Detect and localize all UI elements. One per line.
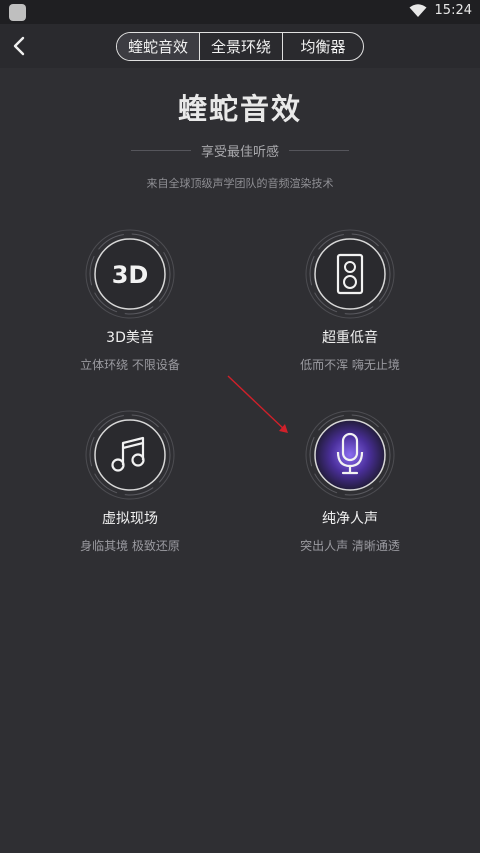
- feature-vocal-badge: [305, 410, 395, 500]
- back-button[interactable]: [6, 32, 34, 60]
- wifi-icon: [409, 3, 427, 17]
- 3d-icon: 3D: [85, 229, 175, 319]
- feature-virtual-live[interactable]: 虚拟现场 身临其境 极致还原: [40, 410, 220, 554]
- page-title: 蝰蛇音效: [177, 92, 302, 126]
- annotation-arrow: [227, 375, 288, 433]
- feature-desc: 身临其境 极致还原: [80, 539, 180, 553]
- tab-viper-sound[interactable]: 蝰蛇音效: [117, 33, 199, 60]
- feature-bass-badge: [305, 229, 395, 319]
- status-time: 15:24: [434, 3, 472, 18]
- feature-desc: 立体环绕 不限设备: [80, 358, 180, 372]
- feature-desc: 突出人声 清晰通透: [300, 539, 400, 553]
- divider-right: [289, 149, 349, 151]
- feature-live-badge: [85, 410, 175, 500]
- tab-equalizer[interactable]: 均衡器: [283, 33, 363, 60]
- tab-surround[interactable]: 全景环绕: [199, 33, 283, 60]
- feature-name: 3D美音: [106, 330, 154, 346]
- feature-name: 超重低音: [322, 330, 378, 346]
- feature-bass[interactable]: 超重低音 低而不浑 嗨无止境: [260, 229, 440, 373]
- page-subtitle: 享受最佳听感: [200, 144, 279, 160]
- app-notification-icon: [9, 4, 26, 21]
- microphone-icon: [305, 410, 395, 500]
- tab-group: 蝰蛇音效 全景环绕 均衡器: [116, 32, 364, 61]
- feature-3d[interactable]: 3D 3D美音 立体环绕 不限设备: [40, 229, 220, 373]
- status-bar: 15:24: [0, 0, 480, 24]
- divider-left: [130, 149, 191, 151]
- music-note-icon: [85, 410, 175, 500]
- feature-name: 虚拟现场: [102, 511, 158, 527]
- feature-3d-badge: 3D: [85, 229, 175, 319]
- speaker-icon: [305, 229, 395, 319]
- feature-desc: 低而不浑 嗨无止境: [300, 358, 400, 372]
- header: 蝰蛇音效 全景环绕 均衡器: [0, 24, 480, 68]
- page-description: 来自全球顶级声学团队的音频渲染技术: [146, 177, 334, 190]
- subtitle-row: 享受最佳听感: [0, 140, 480, 160]
- chevron-left-icon: [13, 36, 25, 56]
- feature-name: 纯净人声: [322, 511, 378, 527]
- 3d-icon-text: 3D: [112, 261, 149, 289]
